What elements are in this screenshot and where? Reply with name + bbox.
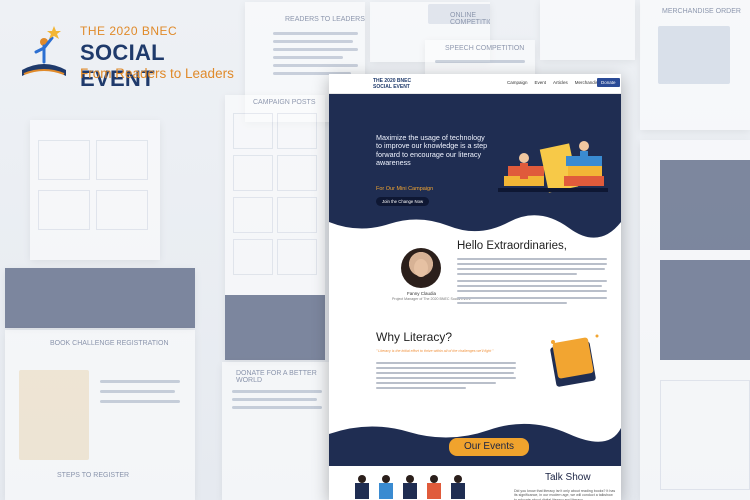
text-line — [457, 302, 567, 304]
text-line — [457, 273, 577, 275]
nav-item-campaign[interactable]: Campaign — [507, 80, 528, 85]
greeting-heading: Hello Extraordinaries, — [457, 240, 567, 252]
mockup-blank — [540, 0, 635, 60]
mockup-campaign-posts: CAMPAIGN POSTS — [225, 95, 325, 360]
mockup-label: SPEECH COMPETITION — [445, 45, 525, 52]
text-line — [376, 377, 516, 379]
showcase-stage: THE 2020 BNEC SOCIAL EVENT From Readers … — [0, 0, 750, 500]
text-line — [376, 387, 466, 389]
mockup-donate: DONATE FOR A BETTER WORLD — [222, 362, 332, 500]
text-line — [457, 285, 602, 287]
mockup-label: MERCHANDISE ORDER — [662, 8, 741, 15]
text-line — [457, 263, 607, 265]
text-line — [457, 297, 607, 299]
talkshow-title: Talk Show — [545, 472, 591, 483]
donate-button[interactable]: Donate — [597, 78, 620, 87]
text-line — [376, 367, 516, 369]
mockup-label: BOOK CHALLENGE REGISTRATION — [50, 340, 169, 347]
logo-line1: THE 2020 BNEC — [80, 24, 178, 38]
nav-menu: Campaign Event Articles Merchandise — [507, 80, 601, 85]
join-button[interactable]: Join the Change Now — [376, 197, 430, 206]
mockup-articles — [30, 120, 160, 260]
hero-section: Maximize the usage of technology to impr… — [329, 94, 621, 242]
text-line — [457, 268, 605, 270]
nav-item-articles[interactable]: Articles — [553, 80, 568, 85]
mockup-merch: MERCHANDISE ORDER — [640, 0, 750, 130]
text-line — [376, 362, 516, 364]
book-illustration — [550, 334, 599, 387]
talkshow-desc: Did you know that literacy isn't only ab… — [514, 489, 616, 500]
hero-illustration — [498, 141, 608, 193]
mockup-label: CAMPAIGN POSTS — [253, 99, 316, 106]
text-line — [376, 372, 514, 374]
nav-brand[interactable]: THE 2020 BNEC SOCIAL EVENT — [373, 78, 411, 90]
top-nav: THE 2020 BNEC SOCIAL EVENT Campaign Even… — [329, 74, 621, 94]
mockup-label: ONLINE COMPETITION — [450, 12, 490, 26]
text-line — [457, 290, 607, 292]
person-name: Fanny Claudia — [407, 291, 437, 296]
hero-headline: Maximize the usage of technology to impr… — [376, 133, 488, 168]
logo-line3: From Readers to Leaders — [80, 66, 234, 81]
hero-subheadline: For Our Mini Campaign — [376, 186, 434, 192]
our-events-button[interactable]: Our Events — [449, 438, 529, 456]
mockup-label: READERS TO LEADERS — [285, 16, 365, 23]
text-line — [457, 280, 607, 282]
mockup-label: DONATE FOR A BETTER WORLD — [236, 370, 317, 384]
landing-page-preview: THE 2020 BNEC SOCIAL EVENT Campaign Even… — [329, 74, 621, 500]
nav-item-event[interactable]: Event — [535, 80, 547, 85]
why-quote: " Literacy is the initial effort to thri… — [376, 349, 494, 353]
hero-wave — [329, 215, 621, 242]
why-heading: Why Literacy? — [376, 330, 453, 344]
text-line — [457, 258, 607, 260]
event-logo: THE 2020 BNEC SOCIAL EVENT From Readers … — [14, 18, 234, 108]
avatar — [401, 248, 441, 288]
talkshow-illustration — [355, 475, 465, 499]
mockup-book-challenge: BOOK CHALLENGE REGISTRATION STEPS TO REG… — [5, 330, 195, 500]
text-line — [376, 382, 496, 384]
mockup-right-column — [640, 140, 750, 500]
reader-logo-icon — [22, 26, 66, 76]
nav-brand-line2: SOCIAL EVENT — [373, 84, 410, 90]
mockup-label: STEPS TO REGISTER — [57, 472, 130, 479]
mockup-footer — [5, 268, 195, 328]
